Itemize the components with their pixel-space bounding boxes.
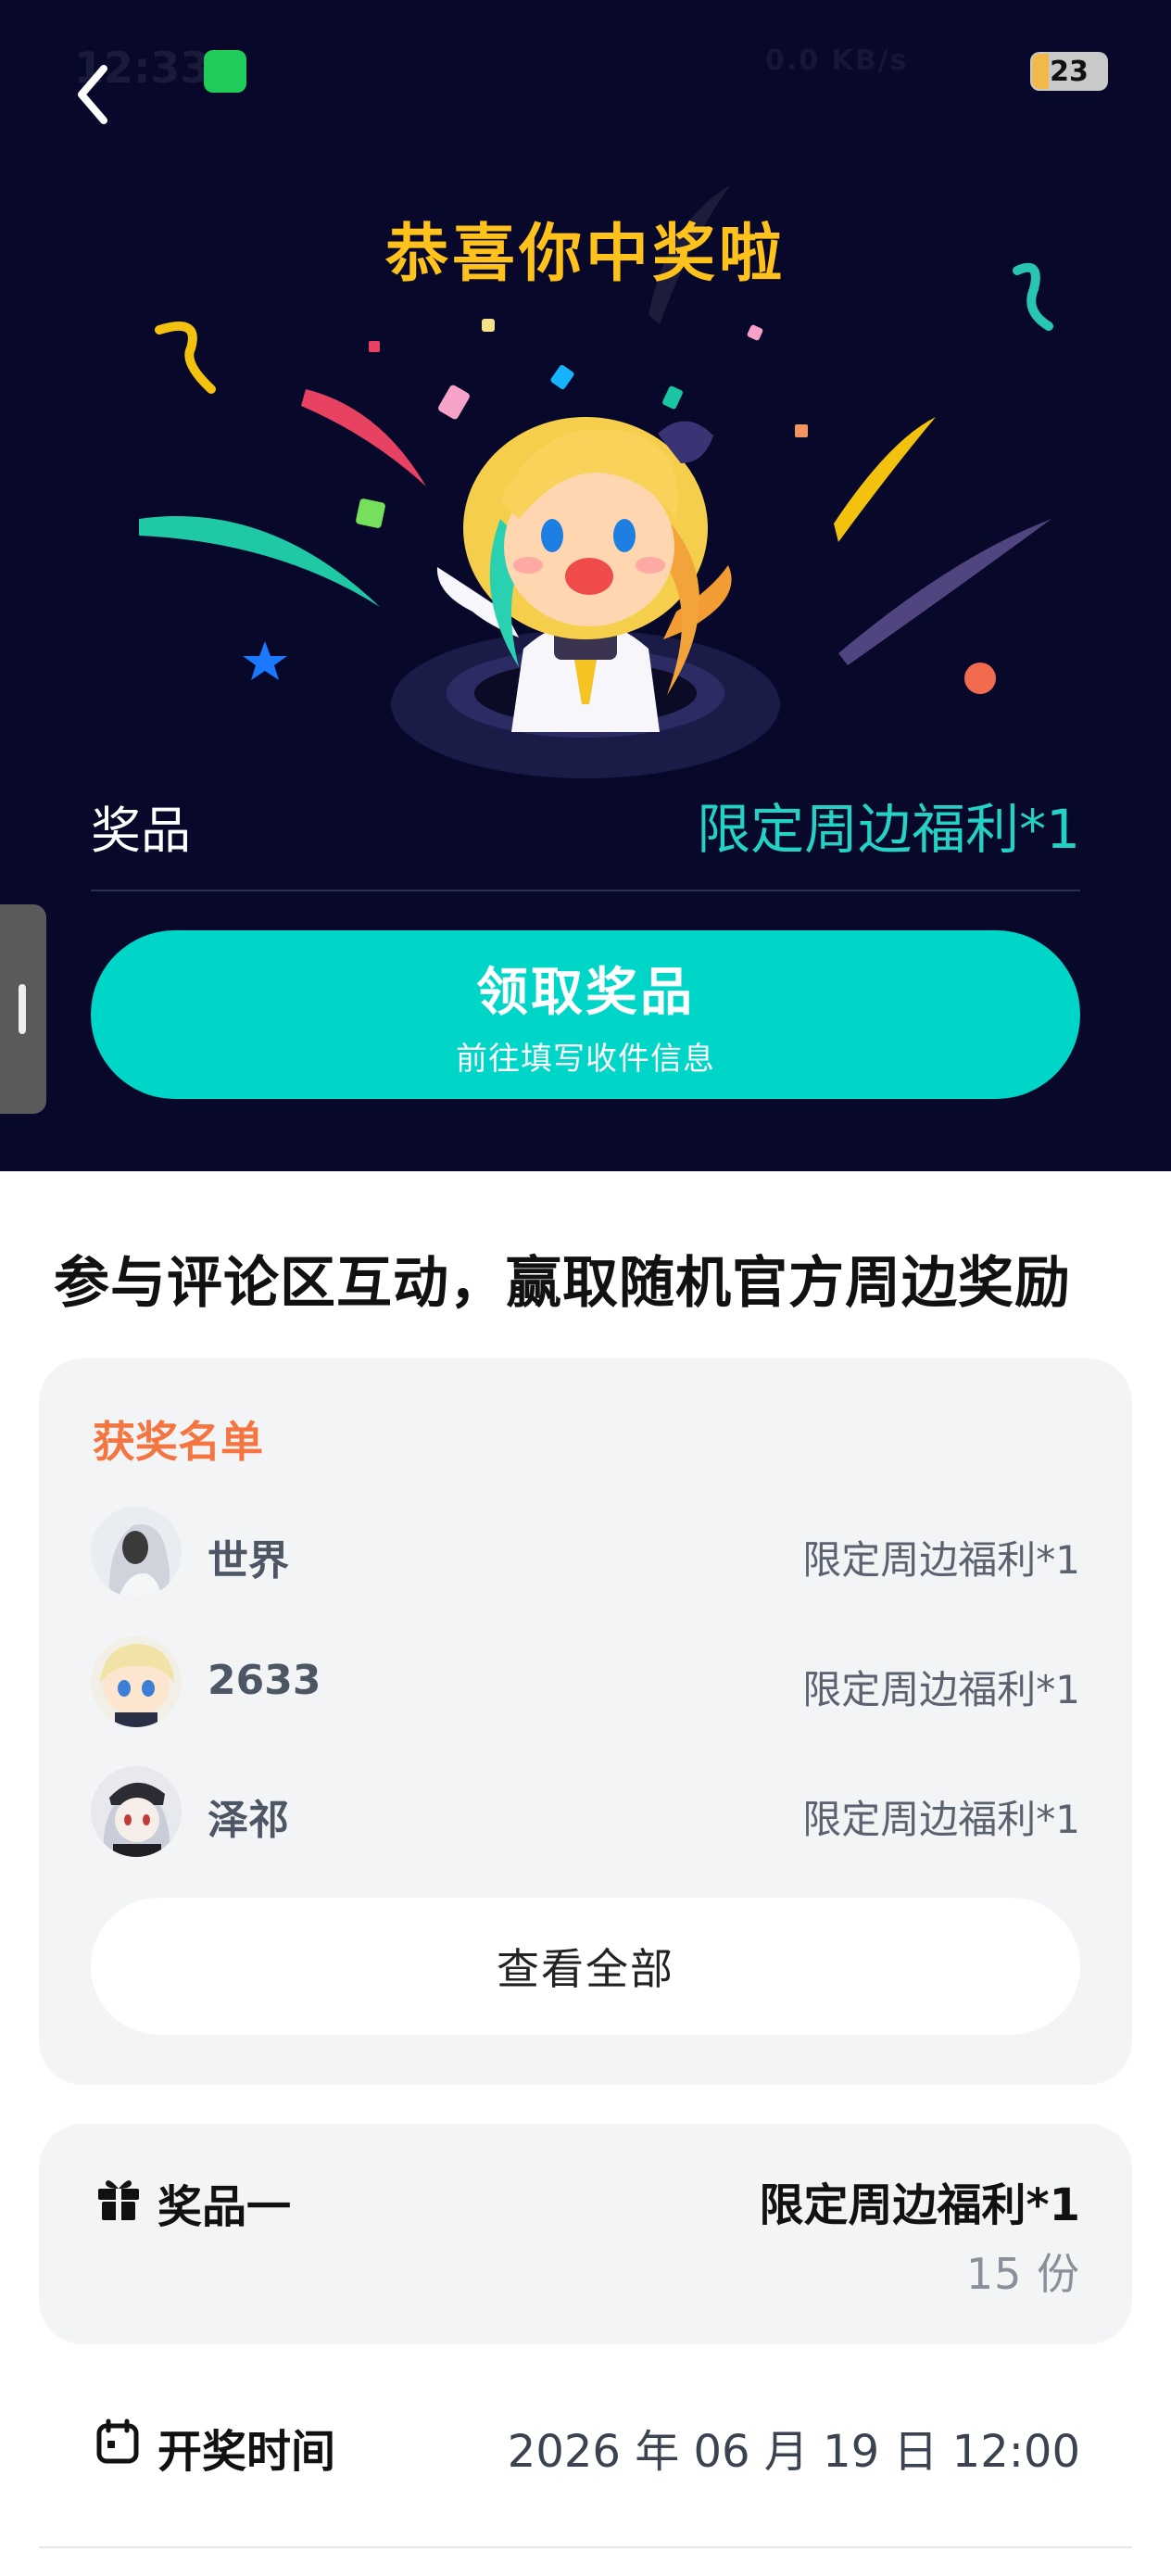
- gift-icon: [98, 2180, 139, 2220]
- claim-button-label: 领取奖品: [476, 963, 695, 1023]
- prize-value: 限定周边福利*1: [697, 798, 1080, 861]
- winner-row: 世界 限定周边福利*1: [91, 1507, 1080, 1599]
- view-all-button[interactable]: 查看全部: [91, 1898, 1080, 2035]
- bottom-divider: [39, 2546, 1132, 2548]
- winner-name: 世界: [208, 1537, 289, 1585]
- avatar[interactable]: [91, 1507, 182, 1597]
- back-arrow-icon[interactable]: [65, 52, 130, 135]
- winner-row: 2633 限定周边福利*1: [91, 1636, 1080, 1729]
- avatar[interactable]: [91, 1766, 182, 1857]
- avatar[interactable]: [91, 1636, 182, 1727]
- winner-name: 泽祁: [208, 1797, 289, 1844]
- winner-prize: 限定周边福利*1: [802, 1537, 1080, 1583]
- network-speed: 0.0 KB/s: [765, 44, 909, 77]
- battery-indicator: 23: [1030, 52, 1108, 91]
- calendar-icon: [96, 2418, 139, 2464]
- winner-row: 泽祁 限定周边福利*1: [91, 1766, 1080, 1859]
- celebration-illustration: [139, 185, 1053, 778]
- prize-one-value: 限定周边福利*1: [759, 2179, 1080, 2231]
- winner-name: 2633: [208, 1657, 321, 1704]
- draw-time-label: 开奖时间: [157, 2426, 336, 2478]
- prize-one-label: 奖品一: [157, 2181, 292, 2233]
- section-title: 参与评论区互动，赢取随机官方周边奖励: [54, 1251, 1071, 1316]
- battery-level: 23: [1050, 55, 1089, 88]
- claim-button-sublabel: 前往填写收件信息: [456, 1041, 715, 1078]
- claim-prize-button[interactable]: 领取奖品 前往填写收件信息: [91, 930, 1080, 1099]
- winner-prize: 限定周边福利*1: [802, 1667, 1080, 1712]
- hero-divider: [91, 890, 1080, 891]
- prize-label: 奖品: [91, 802, 191, 860]
- hero-title: 恭喜你中奖啦: [384, 218, 786, 291]
- wechat-icon: [204, 50, 246, 93]
- winner-prize: 限定周边福利*1: [802, 1797, 1080, 1842]
- draw-time-value: 2026 年 06 月 19 日 12:00: [507, 2426, 1080, 2478]
- side-drawer-handle[interactable]: [0, 904, 46, 1114]
- prize-one-count: 15 份: [965, 2249, 1080, 2299]
- prize-hero: 12:33 0.0 KB/s 23 恭喜你中奖啦 奖品 限定周边福利*1 领取奖…: [0, 0, 1171, 1171]
- winners-heading: 获奖名单: [93, 1417, 263, 1467]
